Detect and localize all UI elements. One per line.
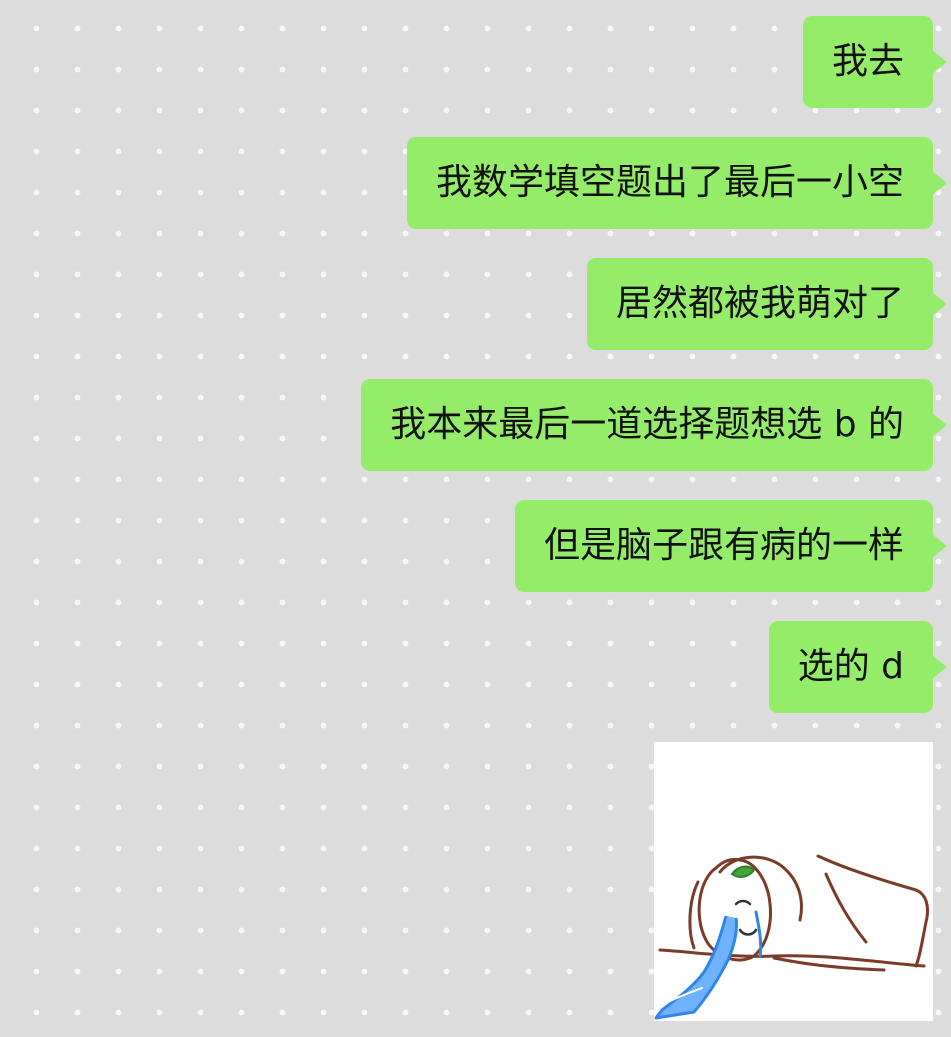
bubble-tail [932,655,947,679]
bubble-tail [932,292,947,316]
message-bubble[interactable]: 我本来最后一道选择题想选 b 的 [361,379,947,471]
message-text: 但是脑子跟有病的一样 [543,525,904,566]
bubble-tail [932,50,947,74]
bubble-tail [932,534,947,558]
message-bubble[interactable]: 但是脑子跟有病的一样 [514,500,947,592]
message-text: 我数学填空题出了最后一小空 [435,162,904,203]
message-text: 我本来最后一道选择题想选 b 的 [390,404,904,445]
sticker-message[interactable] [654,742,933,1021]
message-text: 选的 d [797,646,904,687]
chat-area[interactable]: 我去 我数学填空题出了最后一小空 居然都被我萌对了 我本来最后一道选择题想选 b… [0,0,951,1037]
message-bubble[interactable]: 我数学填空题出了最后一小空 [406,137,947,229]
message-text: 我去 [831,41,904,82]
message-bubble[interactable]: 居然都被我萌对了 [586,258,947,350]
bubble-tail [932,171,947,195]
message-bubble[interactable]: 我去 [802,16,947,108]
bubble-tail [932,413,947,437]
crying-cartoon-sticker-icon [654,854,930,1020]
message-text: 居然都被我萌对了 [615,283,904,324]
message-bubble[interactable]: 选的 d [768,621,947,713]
